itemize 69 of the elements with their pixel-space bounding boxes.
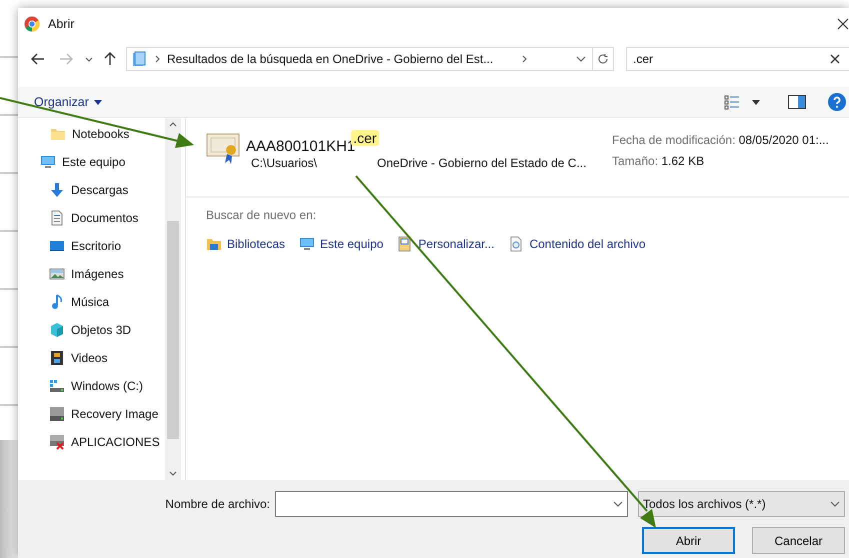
chevron-right-icon <box>155 55 161 63</box>
nav-item[interactable]: Escritorio <box>71 239 122 253</box>
dialog-button[interactable]: Abrir <box>642 527 735 554</box>
music-note-icon <box>49 294 65 310</box>
scroll-down-icon[interactable] <box>169 471 177 476</box>
scroll-up-icon[interactable] <box>169 122 177 127</box>
location-link[interactable]: Contenido del archivo <box>529 237 646 251</box>
location-icon <box>508 236 524 252</box>
location-link[interactable]: Personalizar... <box>418 237 494 251</box>
nav-item[interactable]: Este equipo <box>62 155 126 169</box>
cube-icon <box>49 322 65 338</box>
file-type-dropdown[interactable]: Todos los archivos (*.*) <box>638 491 845 517</box>
help-icon[interactable] <box>828 93 846 111</box>
drive-icon <box>49 378 65 394</box>
nav-item[interactable]: Objetos 3D <box>71 323 132 337</box>
window-title: Abrir <box>48 17 76 31</box>
chevron-down-icon[interactable] <box>830 501 840 507</box>
file-path: C:\Usuarios\ <box>251 156 318 170</box>
monitor-icon <box>40 154 56 170</box>
chevron-down-icon[interactable] <box>576 56 586 62</box>
download-arrow-icon <box>49 182 65 198</box>
preview-pane-icon[interactable] <box>788 95 806 109</box>
up-arrow-icon[interactable] <box>104 52 116 66</box>
nav-item[interactable]: Documentos <box>71 211 138 225</box>
filename-field[interactable] <box>275 491 628 517</box>
certificate-icon <box>206 132 242 166</box>
highlight-mark: .cer <box>351 130 379 146</box>
location-icon <box>299 236 316 252</box>
nav-item[interactable]: Notebooks <box>72 127 130 141</box>
filename-label: Nombre de archivo: <box>165 497 270 511</box>
drive-icon <box>49 406 65 422</box>
location-link[interactable]: Este equipo <box>320 237 384 251</box>
refresh-icon[interactable] <box>597 53 609 65</box>
caret-icon[interactable] <box>752 100 760 104</box>
nav-item[interactable]: Recovery Image <box>71 407 158 421</box>
nav-item[interactable]: Descargas <box>71 183 128 197</box>
search-again-label: Buscar de nuevo en: <box>205 208 318 222</box>
search-results-icon <box>131 51 147 67</box>
nav-item[interactable]: Música <box>71 295 110 309</box>
size-label: Tamaño: <box>612 154 658 168</box>
file-path: OneDrive - Gobierno del Estado de C... <box>377 156 586 170</box>
modified-label: Fecha de modificación: <box>612 133 736 147</box>
picture-icon <box>49 266 65 282</box>
film-icon <box>49 350 65 366</box>
chevron-down-icon[interactable] <box>85 56 93 62</box>
close-icon[interactable] <box>837 18 849 30</box>
clear-icon[interactable] <box>830 54 840 64</box>
location-link[interactable]: Bibliotecas <box>227 237 286 251</box>
scrollbar-thumb[interactable] <box>167 221 179 439</box>
location-icon <box>206 236 222 252</box>
chevron-right-icon <box>522 55 528 63</box>
folder-icon <box>50 126 66 142</box>
desktop-screen-icon <box>49 238 65 254</box>
modified-date: 08/05/2020 01:... <box>738 133 829 147</box>
caret-icon <box>94 100 102 104</box>
file-size: 1.62 KB <box>661 154 704 168</box>
document-icon <box>49 210 65 226</box>
organize-menu[interactable]: Organizar <box>34 95 102 109</box>
chrome-logo-icon <box>24 16 40 32</box>
dialog-button[interactable]: Cancelar <box>752 527 845 554</box>
back-icon[interactable] <box>31 53 45 65</box>
nav-item[interactable]: Imágenes <box>71 267 124 281</box>
location-icon <box>397 236 414 252</box>
chevron-down-icon[interactable] <box>613 501 623 507</box>
nav-item[interactable]: Videos <box>71 351 108 365</box>
nav-item[interactable]: APLICACIONES <box>71 435 160 449</box>
view-list-icon[interactable] <box>724 94 740 110</box>
nav-item[interactable]: Windows (C:) <box>71 379 144 393</box>
disconnected-drive-icon <box>49 434 65 450</box>
